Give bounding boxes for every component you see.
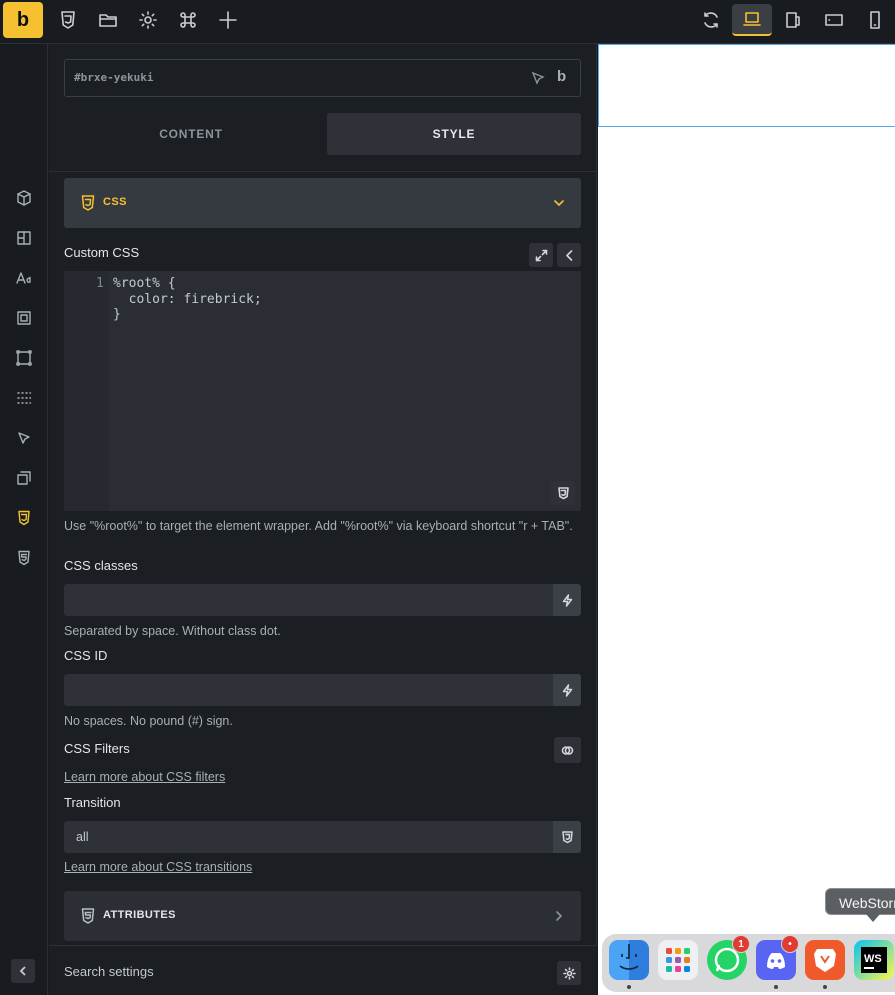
typography-icon[interactable]	[14, 268, 34, 288]
bolt-icon[interactable]	[553, 674, 581, 706]
dock-tooltip: WebStorm	[825, 888, 895, 915]
css-classes-hint: Separated by space. Without class dot.	[64, 624, 281, 638]
tab-content[interactable]: CONTENT	[64, 113, 318, 155]
html5-icon	[79, 907, 97, 925]
settings-panel: #brxe-yekuki b CONTENT STYLE CSS Custom …	[49, 44, 597, 995]
css3-icon[interactable]	[551, 481, 575, 505]
css-filters-label: CSS Filters	[64, 741, 130, 756]
transition-label: Transition	[64, 795, 121, 810]
chevron-down-icon	[552, 196, 566, 210]
finder-icon[interactable]	[609, 940, 649, 980]
css3-icon[interactable]	[14, 508, 34, 528]
css-accordion-header[interactable]: CSS	[64, 178, 581, 228]
gear-icon	[562, 966, 576, 980]
css-id-hint: No spaces. No pound (#) sign.	[64, 714, 233, 728]
layout-icon[interactable]	[14, 228, 34, 248]
css-code[interactable]: %root% { color: firebrick; }	[113, 276, 262, 323]
search-settings-button[interactable]	[557, 961, 581, 985]
css-section-title: CSS	[103, 196, 127, 208]
search-settings-bar: Search settings	[49, 945, 597, 995]
editor-gutter	[64, 271, 109, 511]
css-filters-link[interactable]: Learn more about CSS filters	[64, 770, 225, 784]
line-number: 1	[96, 276, 104, 291]
css-id-label: CSS ID	[64, 648, 108, 663]
element-id-text: #brxe-yekuki	[74, 71, 154, 84]
tab-style[interactable]: STYLE	[327, 113, 581, 155]
custom-css-label: Custom CSS	[64, 245, 140, 260]
plus-icon[interactable]	[215, 7, 241, 33]
transition-value: all	[76, 830, 89, 844]
phone-icon[interactable]	[862, 7, 888, 33]
element-id-field[interactable]: #brxe-yekuki b	[64, 59, 581, 97]
attributes-section-title: ATTRIBUTES	[103, 909, 176, 921]
discord-badge: •	[781, 935, 799, 953]
border-icon[interactable]	[14, 348, 34, 368]
collapse-editor-button[interactable]	[557, 243, 581, 267]
custom-css-hint: Use "%root%" to target the element wrapp…	[64, 519, 573, 533]
css3-icon	[79, 194, 97, 212]
chevron-left-icon	[565, 249, 572, 261]
cube-icon[interactable]	[14, 188, 34, 208]
expand-editor-button[interactable]	[529, 243, 553, 267]
bricks-logo-button[interactable]: b	[3, 2, 43, 38]
launchpad-icon[interactable]	[658, 940, 698, 980]
html5-icon[interactable]	[14, 548, 34, 568]
filters-button[interactable]	[554, 737, 581, 763]
expand-icon	[535, 249, 547, 261]
whatsapp-badge: 1	[732, 935, 750, 953]
refresh-icon[interactable]	[698, 7, 724, 33]
divider	[49, 171, 597, 172]
running-indicator	[823, 985, 827, 989]
chevron-left-icon	[19, 966, 26, 976]
webstorm-icon[interactable]: WS	[854, 940, 894, 980]
chevron-right-icon	[552, 909, 566, 923]
canvas-preview[interactable]	[598, 44, 895, 995]
search-settings-input[interactable]: Search settings	[64, 964, 154, 979]
css3-icon[interactable]	[553, 821, 581, 853]
bolt-icon[interactable]	[553, 584, 581, 616]
filter-icon	[561, 745, 574, 755]
cursor-icon[interactable]	[531, 71, 545, 85]
attributes-accordion-header[interactable]: ATTRIBUTES	[64, 891, 581, 941]
custom-css-editor[interactable]: 1 %root% { color: firebrick; }	[64, 271, 581, 511]
macos-dock: 1 • WS	[602, 934, 895, 992]
folder-icon[interactable]	[95, 7, 121, 33]
css-classes-label: CSS classes	[64, 558, 138, 573]
effects-icon[interactable]	[14, 388, 34, 408]
running-indicator	[774, 985, 778, 989]
brave-icon[interactable]	[805, 940, 845, 980]
bricks-b-icon[interactable]: b	[557, 68, 566, 85]
gear-icon[interactable]	[135, 7, 161, 33]
running-indicator	[627, 985, 631, 989]
panel-tabs: CONTENT STYLE	[64, 113, 581, 155]
command-icon[interactable]	[175, 7, 201, 33]
panel-rail	[0, 44, 48, 995]
transition-input[interactable]: all	[64, 821, 581, 853]
collapse-panel-button[interactable]	[11, 959, 35, 983]
css-transitions-link[interactable]: Learn more about CSS transitions	[64, 860, 252, 874]
tablet-icon[interactable]	[821, 7, 847, 33]
css3-icon[interactable]	[55, 7, 81, 33]
spacing-icon[interactable]	[14, 308, 34, 328]
transform-icon[interactable]	[14, 468, 34, 488]
tablet-landscape-icon[interactable]	[780, 7, 806, 33]
top-toolbar: b	[0, 0, 895, 44]
selected-element-outline[interactable]	[598, 44, 895, 127]
dock-tooltip-arrow	[866, 914, 880, 922]
cursor-icon[interactable]	[14, 428, 34, 448]
css-classes-input[interactable]	[64, 584, 581, 616]
css-id-input[interactable]	[64, 674, 581, 706]
svg-text:WS: WS	[864, 953, 882, 965]
laptop-icon[interactable]	[732, 4, 772, 36]
